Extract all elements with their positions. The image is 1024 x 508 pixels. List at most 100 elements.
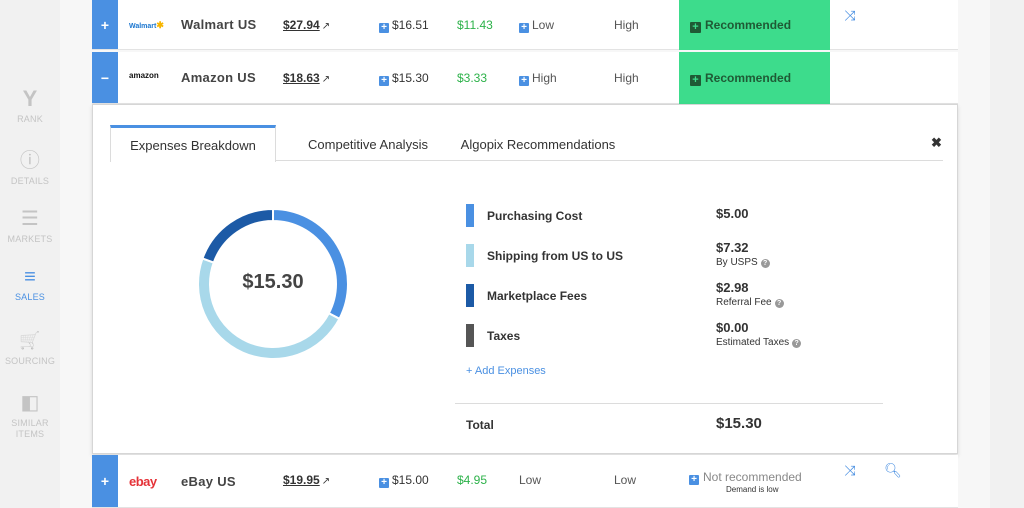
marketplace-fees-label: Marketplace Fees [487,289,588,303]
donut-slice-purchasing-cost [272,207,349,321]
expand-cost-icon: + [379,23,389,33]
help-icon[interactable]: ? [760,259,770,268]
expand-button[interactable]: + [92,0,118,49]
marketplace-fees-swatch [466,284,474,307]
close-icon[interactable]: ✖ [931,135,942,151]
left-sidebar: Y RANK ⓘ DETAILS ☰ MARKETS ≡ SALES 🛒 SOU… [0,0,60,508]
nav-details[interactable]: ⓘ DETAILS [0,150,60,187]
demand-value: High [614,71,639,85]
competition-value[interactable]: + Low [519,0,554,50]
collapse-button[interactable]: − [92,52,118,103]
expand-cost-icon: + [379,478,389,488]
demand-value: Low [614,473,637,487]
total-divider [455,403,883,404]
markets-icon: ☰ [20,208,40,230]
purchasing-cost-swatch [466,204,474,227]
external-link-icon: ↗ [321,21,331,32]
ebay-logo: ebay [129,455,157,505]
competition-value[interactable]: + High [519,52,557,102]
recommendation-badge: + Recommended [679,52,830,104]
shuffle-icon[interactable]: ⤨ [839,4,861,26]
nav-sourcing[interactable]: 🛒 SOURCING [0,330,60,367]
recommendation-badge: + Recommended [679,0,830,50]
nav-rank-label: RANK [17,114,43,124]
price-value: $19.95 [283,473,320,487]
marketplace-name: Amazon US [181,70,256,85]
marketplace-fees-note: Referral Fee? [716,297,784,308]
shipping-label: Shipping from US to US [487,249,623,263]
marketplace-fees-value: $2.98 [716,280,749,295]
amazon-logo-text: amazon [129,71,159,80]
nav-similar-items-label-2: ITEMS [15,429,45,439]
table-row-amazon: − amazon Amazon US $18.63 ↗ + $15.30 $3.33… [92,52,958,104]
donut-slice-marketplace-fees [201,207,274,264]
expand-button[interactable]: + [92,455,118,507]
profit-value: $4.95 [457,473,488,487]
add-expenses-link[interactable]: + Add Expenses [466,365,546,377]
help-icon[interactable]: ? [774,299,784,308]
expand-cost-icon: + [379,76,389,86]
expenses-panel: Expenses Breakdown Competitive Analysis … [92,104,958,454]
competition-text: Low [532,18,555,32]
sourcing-icon: 🛒 [19,331,41,350]
recommendation-text: Recommended [705,18,792,32]
nav-sales-label: SALES [14,292,46,302]
marketplace-name: eBay US [181,474,236,489]
nav-similar-items[interactable]: ◧ SIMILAR ITEMS [0,392,60,440]
competition-value: Low [519,473,542,487]
taxes-value: $0.00 [716,320,749,335]
plus-square-icon: + [690,75,701,86]
help-icon[interactable]: ? [792,339,802,348]
shipping-note-text: By USPS [716,257,758,268]
taxes-note: Estimated Taxes? [716,337,802,348]
external-link-icon: ↗ [321,74,331,85]
cost-value[interactable]: + $15.00 [379,455,429,505]
shuffle-icon[interactable]: ⤨ [839,459,861,481]
cost-value[interactable]: + $15.30 [379,52,429,102]
shipping-value: $7.32 [716,240,749,255]
nav-similar-items-label-1: SIMILAR [11,418,49,428]
profit-value: $11.43 [457,18,493,32]
taxes-label: Taxes [487,329,521,343]
tab-expenses-breakdown[interactable]: Expenses Breakdown [110,125,276,162]
cost-text: $16.51 [392,18,429,32]
shipping-note: By USPS? [716,257,770,268]
marketplace-fees-note-text: Referral Fee [716,297,772,308]
expand-competition-icon: + [519,76,529,86]
recommendation-text: Not recommended [703,470,802,484]
price-link[interactable]: $19.95 ↗ [283,455,330,505]
price-link[interactable]: $27.94 ↗ [283,0,330,50]
profit-value: $3.33 [457,71,488,85]
panel-tabs: Expenses Breakdown Competitive Analysis … [110,125,943,162]
price-link[interactable]: $18.63 ↗ [283,52,330,102]
cost-text: $15.30 [392,71,429,85]
price-value: $18.63 [283,71,320,85]
recommendation-text: Recommended [705,71,792,85]
tab-competitive-analysis[interactable]: Competitive Analysis [293,125,443,161]
analyze-search-icon[interactable]: 🔍︎ [882,459,904,481]
rank-icon: Y [22,86,38,111]
nav-rank[interactable]: Y RANK [0,88,60,125]
price-value: $27.94 [283,18,320,32]
cost-value[interactable]: + $16.51 [379,0,429,50]
table-row-walmart: + Walmart✱ Walmart US $27.94 ↗ + $16.51 $1… [92,0,958,50]
plus-square-icon: + [690,22,701,33]
nav-sales[interactable]: ≡ SALES [0,266,60,303]
walmart-spark-icon: ✱ [156,20,164,30]
ebay-logo-text: ebay [129,474,157,489]
nav-markets[interactable]: ☰ MARKETS [0,208,60,245]
shipping-swatch [466,244,474,267]
tab-algopix-recommendations[interactable]: Algopix Recommendations [458,125,618,161]
nav-details-label: DETAILS [10,176,50,186]
external-link-icon: ↗ [321,476,331,487]
competition-text: High [532,71,557,85]
recommendation-status: + Not recommended Demand is low [689,469,819,495]
walmart-logo-text: Walmart [129,23,157,30]
total-value: $15.30 [716,415,762,432]
donut-total: $15.30 [242,271,304,293]
plus-square-icon[interactable]: + [689,475,699,485]
total-label: Total [466,418,494,432]
taxes-note-text: Estimated Taxes [716,337,790,348]
taxes-swatch [466,324,474,347]
nav-sourcing-label: SOURCING [4,356,56,366]
